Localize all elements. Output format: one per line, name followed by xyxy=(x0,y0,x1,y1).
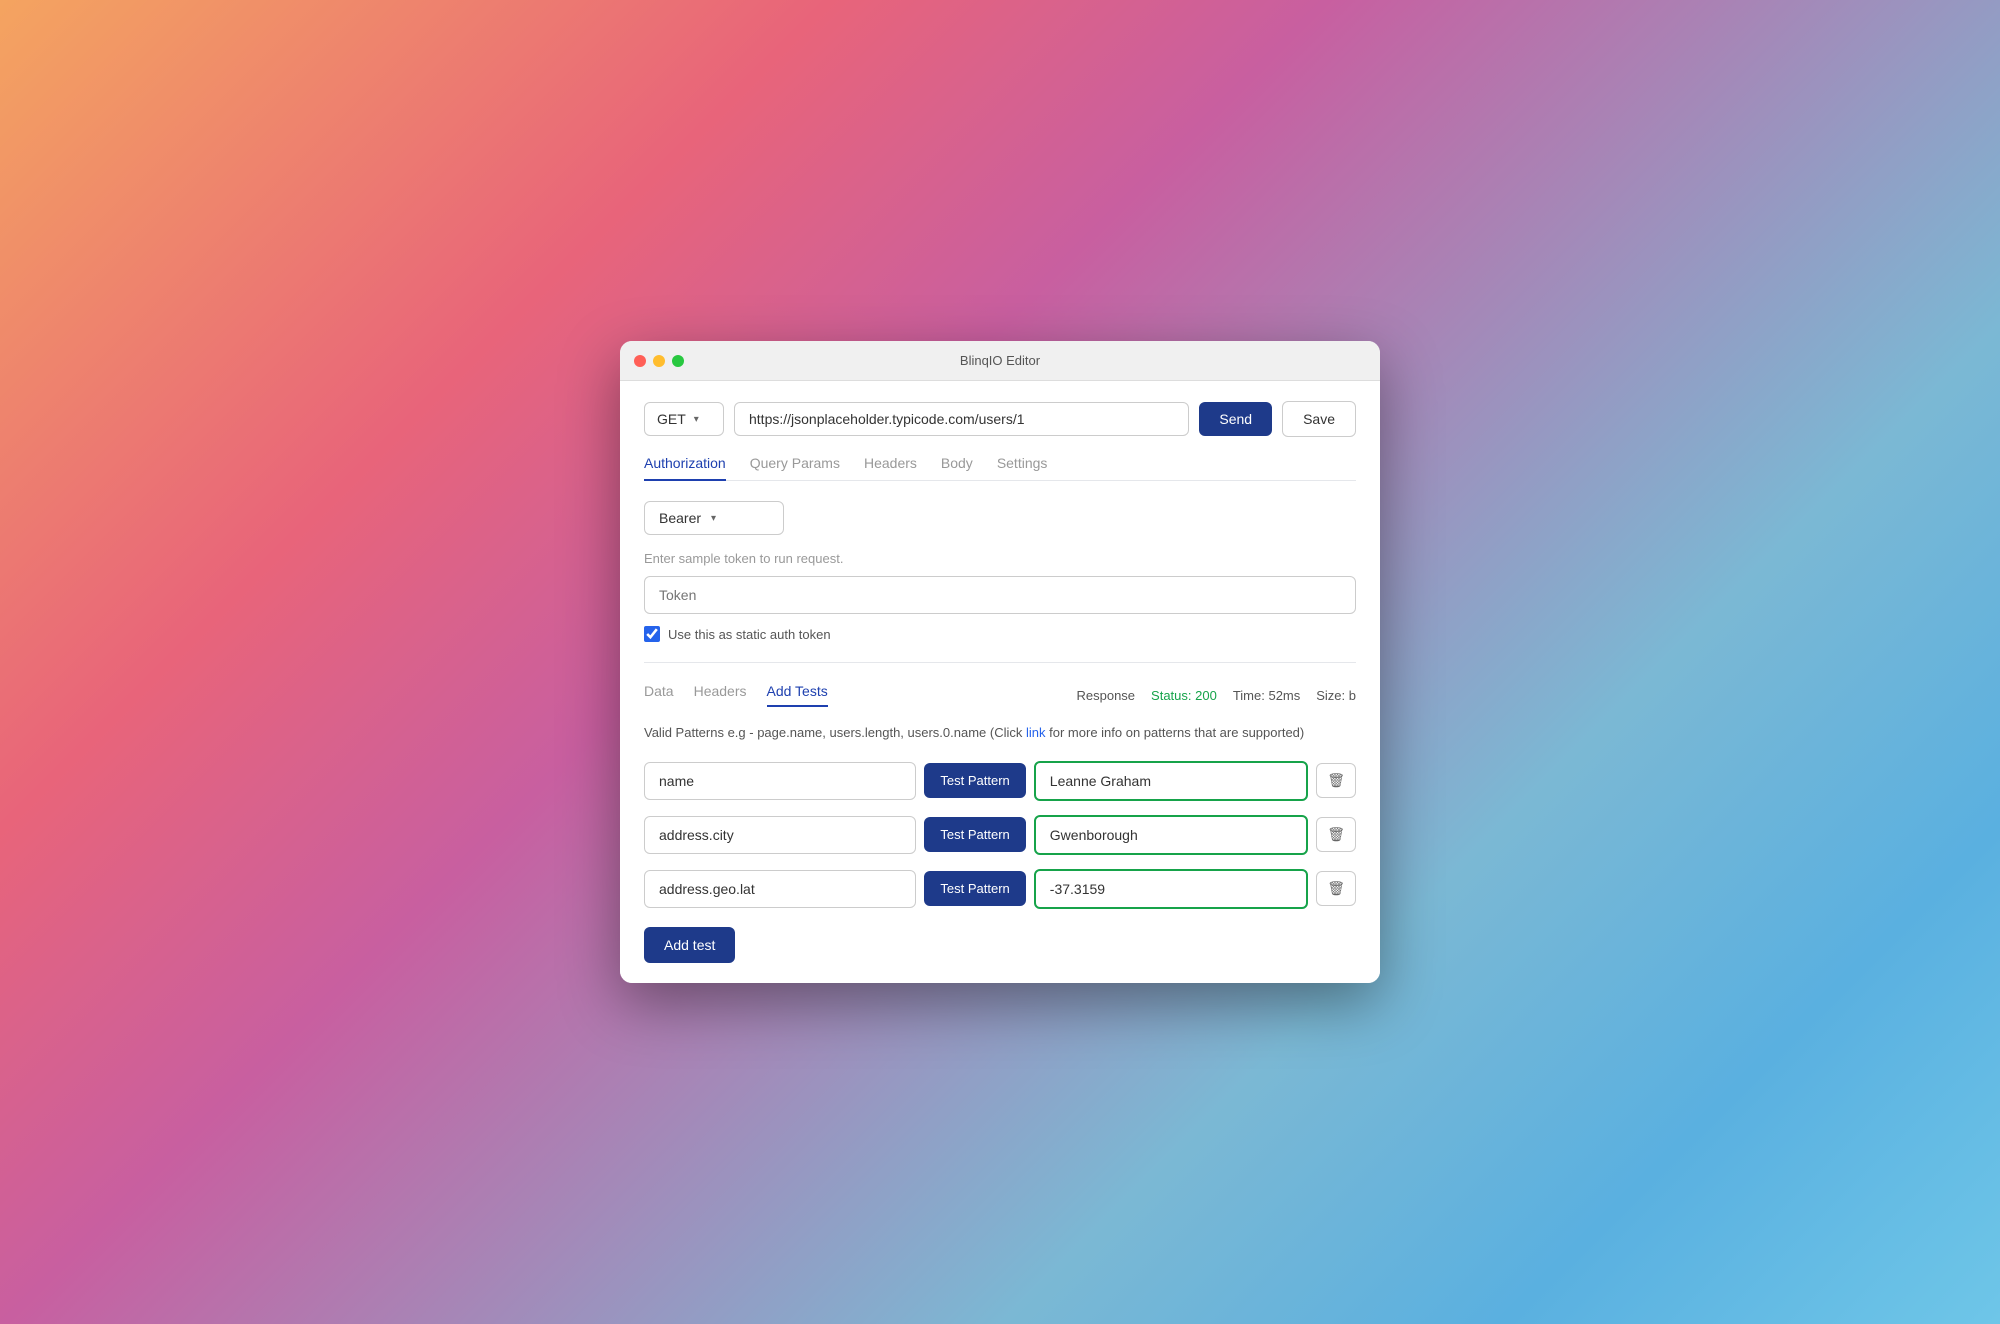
trash-icon-3: 🗑 xyxy=(1327,880,1345,897)
trash-icon-1: 🗑 xyxy=(1327,772,1345,789)
response-label: Response xyxy=(1077,688,1136,703)
delete-button-3[interactable]: 🗑 xyxy=(1316,871,1356,906)
test-row: Test Pattern 🗑 xyxy=(644,869,1356,909)
traffic-lights xyxy=(634,355,684,367)
response-tabs: Data Headers Add Tests xyxy=(644,683,828,707)
static-token-row: Use this as static auth token xyxy=(644,626,1356,642)
close-button[interactable] xyxy=(634,355,646,367)
tab-authorization[interactable]: Authorization xyxy=(644,455,726,481)
test-pattern-button-1[interactable]: Test Pattern xyxy=(924,763,1025,798)
delete-button-2[interactable]: 🗑 xyxy=(1316,817,1356,852)
tab-settings[interactable]: Settings xyxy=(997,455,1048,481)
send-button[interactable]: Send xyxy=(1199,402,1272,436)
window-body: GET ▾ Send Save Authorization Query Para… xyxy=(620,381,1380,983)
pattern-input-1[interactable] xyxy=(644,762,916,800)
bearer-label: Bearer xyxy=(659,510,701,526)
main-window: BlinqIO Editor GET ▾ Send Save Authoriza… xyxy=(620,341,1380,983)
test-row: Test Pattern 🗑 xyxy=(644,761,1356,801)
test-pattern-button-2[interactable]: Test Pattern xyxy=(924,817,1025,852)
window-title: BlinqIO Editor xyxy=(960,353,1040,368)
result-input-1[interactable] xyxy=(1034,761,1308,801)
top-tabs: Authorization Query Params Headers Body … xyxy=(644,455,1356,481)
size-label: Size: b xyxy=(1316,688,1356,703)
titlebar: BlinqIO Editor xyxy=(620,341,1380,381)
time-label: Time: 52ms xyxy=(1233,688,1300,703)
save-button[interactable]: Save xyxy=(1282,401,1356,437)
bearer-select[interactable]: Bearer ▾ xyxy=(644,501,784,535)
response-meta: Response Status: 200 Time: 52ms Size: b xyxy=(1077,688,1357,703)
test-row: Test Pattern 🗑 xyxy=(644,815,1356,855)
response-header: Data Headers Add Tests Response Status: … xyxy=(644,683,1356,707)
method-chevron-icon: ▾ xyxy=(694,414,699,425)
tab-query-params[interactable]: Query Params xyxy=(750,455,840,481)
method-label: GET xyxy=(657,411,686,427)
result-input-2[interactable] xyxy=(1034,815,1308,855)
bearer-chevron-icon: ▾ xyxy=(711,513,716,524)
delete-button-1[interactable]: 🗑 xyxy=(1316,763,1356,798)
static-token-label: Use this as static auth token xyxy=(668,627,831,642)
auth-section: Bearer ▾ Enter sample token to run reque… xyxy=(644,501,1356,663)
token-input[interactable] xyxy=(644,576,1356,614)
status-badge: Status: 200 xyxy=(1151,688,1217,703)
minimize-button[interactable] xyxy=(653,355,665,367)
patterns-link[interactable]: link xyxy=(1026,725,1046,740)
method-select[interactable]: GET ▾ xyxy=(644,402,724,436)
url-input[interactable] xyxy=(734,402,1189,436)
tab-data[interactable]: Data xyxy=(644,683,674,707)
tab-add-tests[interactable]: Add Tests xyxy=(767,683,828,707)
add-test-button[interactable]: Add test xyxy=(644,927,735,963)
pattern-input-2[interactable] xyxy=(644,816,916,854)
patterns-info: Valid Patterns e.g - page.name, users.le… xyxy=(644,723,1356,743)
test-pattern-button-3[interactable]: Test Pattern xyxy=(924,871,1025,906)
tab-headers[interactable]: Headers xyxy=(864,455,917,481)
tab-body[interactable]: Body xyxy=(941,455,973,481)
url-bar: GET ▾ Send Save xyxy=(644,401,1356,437)
tab-response-headers[interactable]: Headers xyxy=(694,683,747,707)
pattern-input-3[interactable] xyxy=(644,870,916,908)
result-input-3[interactable] xyxy=(1034,869,1308,909)
maximize-button[interactable] xyxy=(672,355,684,367)
trash-icon-2: 🗑 xyxy=(1327,826,1345,843)
auth-hint: Enter sample token to run request. xyxy=(644,551,1356,566)
static-token-checkbox[interactable] xyxy=(644,626,660,642)
